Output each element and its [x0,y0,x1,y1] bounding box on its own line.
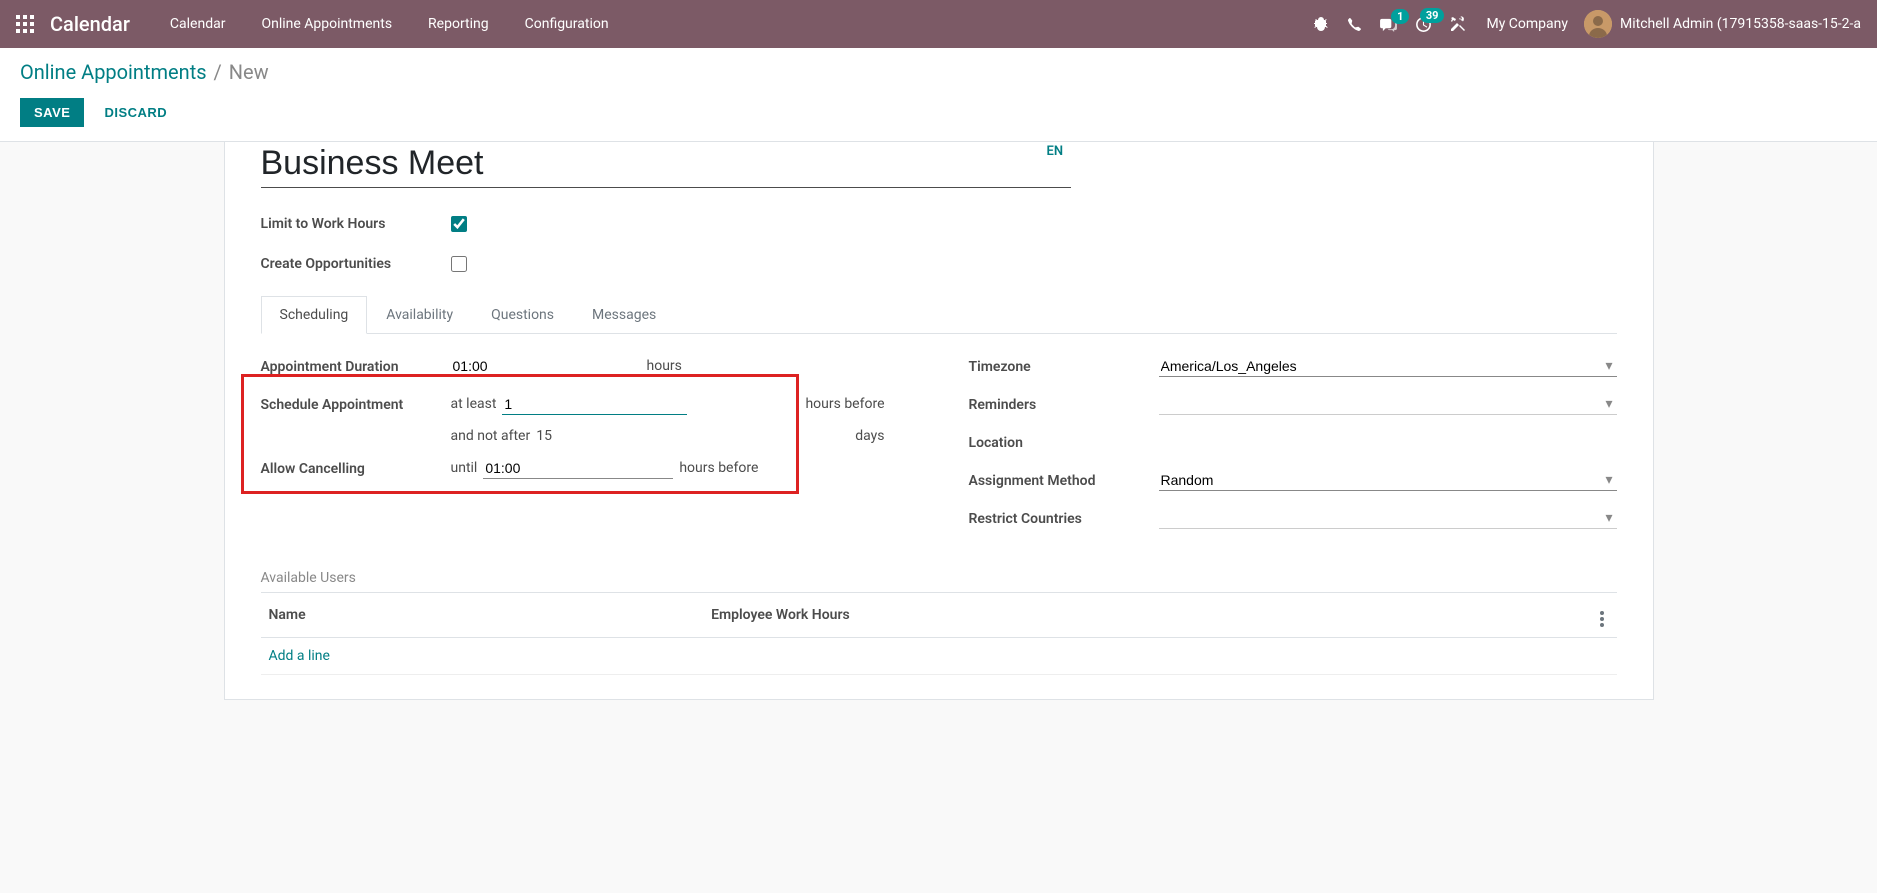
reminders-select[interactable] [1159,394,1617,415]
form-sheet: EN Limit to Work Hours Create Opportunit… [224,142,1654,700]
limit-work-hours-label: Limit to Work Hours [261,216,451,232]
appointment-duration-suffix: hours [647,358,682,374]
col-employee-hours[interactable]: Employee Work Hours [703,593,1586,638]
reminders-label: Reminders [969,395,1159,413]
avatar [1584,10,1612,38]
company-selector[interactable]: My Company [1486,16,1568,32]
assignment-method-label: Assignment Method [969,471,1159,489]
timezone-select[interactable] [1159,356,1617,377]
schedule-not-after-suffix: days [855,428,908,444]
schedule-at-least-suffix: hours before [805,396,908,412]
appointment-duration-label: Appointment Duration [261,357,451,375]
breadcrumb-parent[interactable]: Online Appointments [20,60,207,84]
create-opportunities-checkbox[interactable] [451,256,467,272]
schedule-at-least-input[interactable] [502,394,687,415]
tabs: Scheduling Availability Questions Messag… [261,296,1617,334]
nav-calendar[interactable]: Calendar [154,8,242,40]
control-bar: Online Appointments / New SAVE DISCARD [0,48,1877,142]
activity-badge: 39 [1420,8,1445,23]
brand-title[interactable]: Calendar [50,12,130,36]
nav-items: Calendar Online Appointments Reporting C… [154,8,625,40]
table-row: Add a line [261,638,1617,675]
limit-work-hours-checkbox[interactable] [451,216,467,232]
available-users-title: Available Users [261,570,1617,586]
assignment-method-select[interactable] [1159,470,1617,491]
nav-reporting[interactable]: Reporting [412,8,505,40]
name-input[interactable] [261,142,1071,188]
col-name[interactable]: Name [261,593,704,638]
chat-icon[interactable]: 1 [1380,17,1397,32]
tab-questions[interactable]: Questions [472,296,573,334]
top-nav: Calendar Calendar Online Appointments Re… [0,0,1877,48]
bug-icon[interactable] [1313,16,1329,32]
schedule-appointment-label: Schedule Appointment [261,395,451,413]
user-menu[interactable]: Mitchell Admin (17915358-saas-15-2-a [1584,10,1861,38]
timezone-label: Timezone [969,357,1159,375]
discard-button[interactable]: DISCARD [104,105,167,120]
tab-messages[interactable]: Messages [573,296,675,334]
location-label: Location [969,433,1159,451]
breadcrumb-separator: / [214,60,222,84]
allow-cancelling-label: Allow Cancelling [261,459,451,477]
breadcrumb-current: New [229,60,269,84]
available-users-table: Name Employee Work Hours Add a line [261,592,1617,675]
systray: 1 39 [1313,16,1466,33]
nav-online-appointments[interactable]: Online Appointments [245,8,408,40]
apps-icon[interactable] [16,15,34,33]
appointment-duration-input[interactable] [451,356,641,377]
breadcrumb: Online Appointments / New [20,60,1857,84]
nav-configuration[interactable]: Configuration [509,8,625,40]
schedule-not-after-value: 15 [536,428,552,444]
add-line-link[interactable]: Add a line [269,648,330,664]
tools-icon[interactable] [1450,16,1466,32]
allow-cancel-input[interactable] [483,458,673,479]
scheduling-right-col: Timezone ▾ Reminders ▾ [969,352,1617,542]
chat-badge: 1 [1391,9,1409,24]
phone-icon[interactable] [1347,17,1362,32]
save-button[interactable]: SAVE [20,98,84,127]
restrict-countries-label: Restrict Countries [969,509,1159,527]
schedule-at-least-prefix: at least [451,396,497,412]
restrict-countries-select[interactable] [1159,508,1617,529]
scheduling-left-col: Appointment Duration hours Schedule Appo… [261,352,909,542]
allow-cancel-prefix: until [451,460,478,476]
create-opportunities-label: Create Opportunities [261,256,451,272]
allow-cancel-suffix: hours before [679,460,758,476]
activity-icon[interactable]: 39 [1415,16,1432,33]
tab-scheduling[interactable]: Scheduling [261,296,368,334]
kebab-icon[interactable] [1600,611,1604,627]
tab-availability[interactable]: Availability [367,296,472,334]
location-input[interactable] [1159,432,1617,452]
schedule-not-after-prefix: and not after [451,428,531,444]
user-name: Mitchell Admin (17915358-saas-15-2-a [1620,16,1861,32]
